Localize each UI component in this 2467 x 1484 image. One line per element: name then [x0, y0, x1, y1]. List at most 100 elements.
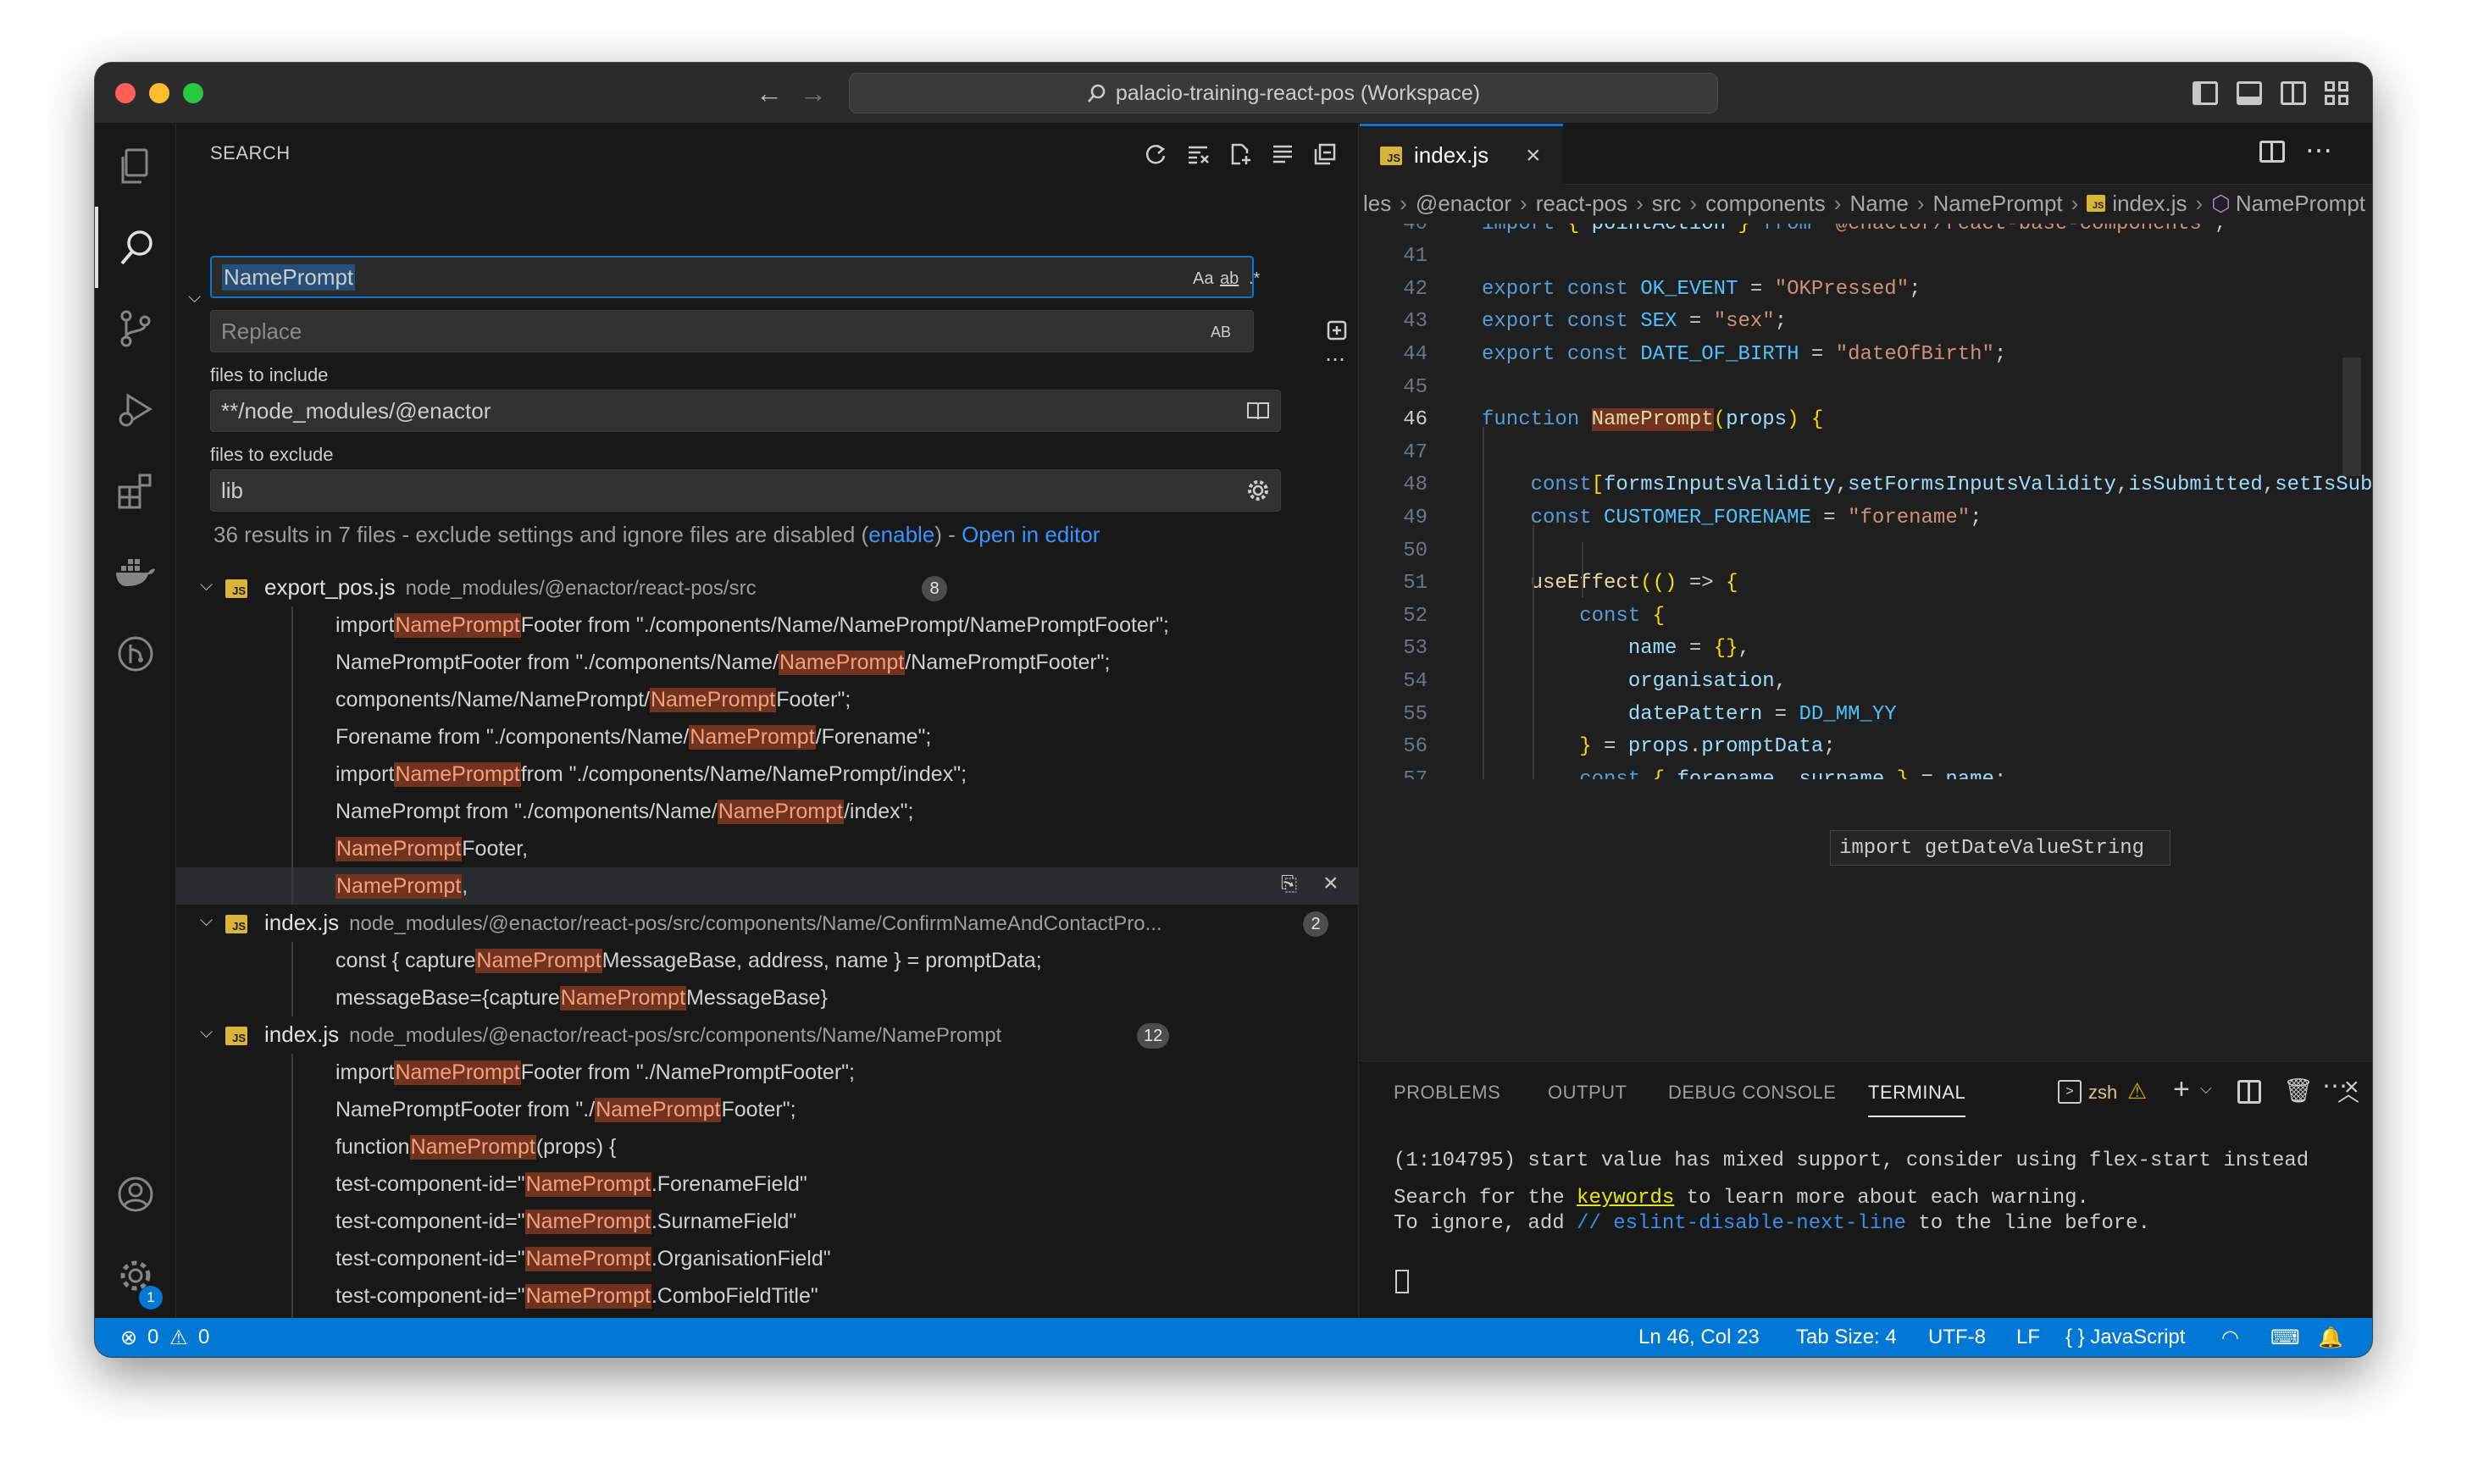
open-in-editor-link[interactable]: Open in editor — [962, 522, 1100, 547]
kill-terminal-icon[interactable]: 🗑 — [2283, 1077, 2314, 1105]
new-terminal-icon[interactable]: + — [2173, 1073, 2190, 1106]
breadcrumb-item[interactable]: @enactor — [1416, 191, 1511, 217]
replace-all-icon[interactable] — [1320, 313, 1354, 347]
open-editors-only-icon[interactable] — [1246, 401, 1270, 427]
split-editor-icon[interactable] — [2259, 141, 2285, 163]
files-to-exclude-input[interactable]: lib — [210, 469, 1281, 512]
source-control-icon[interactable] — [95, 288, 176, 369]
errors-count[interactable]: 0 — [147, 1326, 158, 1349]
use-exclude-settings-icon[interactable] — [1246, 479, 1270, 508]
refresh-icon[interactable] — [1139, 137, 1173, 171]
search-match-row[interactable]: Forename from "./components/Name/NamePro… — [176, 718, 1358, 756]
errors-icon[interactable]: ⊗ — [120, 1326, 137, 1350]
breadcrumb-item[interactable]: Name — [1849, 191, 1908, 217]
warnings-icon[interactable]: ⚠ — [169, 1326, 188, 1350]
run-debug-icon[interactable] — [95, 369, 176, 451]
hover-suggestion-widget[interactable]: import getDateValueString — [1830, 830, 2170, 866]
result-file-row[interactable]: ⌵ JS index.js node_modules/@enactor/react-p… — [176, 1016, 1358, 1054]
code-line[interactable]: 45 — [1360, 372, 2372, 402]
code-line[interactable]: 51 useEffect(() => { — [1360, 568, 2372, 599]
zoom-window-button[interactable] — [183, 83, 203, 103]
code-line[interactable]: 40 import { pointAction } from "@enactor/… — [1360, 224, 2372, 239]
result-file-row[interactable]: ⌵ JS index.js node_modules/@enactor/react-p… — [176, 905, 1358, 942]
cursor-position[interactable]: Ln 46, Col 23 — [1638, 1326, 1760, 1349]
code-line[interactable]: 53 name = {}, — [1360, 634, 2372, 664]
explorer-icon[interactable] — [95, 125, 176, 207]
match-whole-word-toggle[interactable]: ab — [1220, 257, 1239, 300]
code-line[interactable]: 49 const CUSTOMER_FORENAME = "forename"; — [1360, 502, 2372, 533]
search-match-row[interactable]: test-component-id=" NamePrompt .SurnameFie… — [176, 1203, 1358, 1240]
search-match-row[interactable]: NamePrompt from "./components/Name/NameP… — [176, 793, 1358, 830]
search-icon[interactable] — [95, 207, 176, 288]
tab-terminal[interactable]: TERMINAL — [1868, 1082, 1966, 1117]
enable-link[interactable]: enable — [868, 522, 934, 547]
search-match-row[interactable]: components/Name/NamePrompt/NamePrompt Foo… — [176, 681, 1358, 718]
view-as-tree-icon[interactable] — [1266, 137, 1300, 171]
editor-scrollbar-thumb[interactable] — [2342, 357, 2361, 476]
code-line[interactable]: 44 export const DATE_OF_BIRTH = "dateOfBi… — [1360, 339, 2372, 369]
breadcrumb-item[interactable]: NamePrompt — [2236, 191, 2365, 217]
code-line[interactable]: 57 const { forename, surname } = name; — [1360, 764, 2372, 779]
code-line[interactable]: 46 function NamePrompt(props) { — [1360, 405, 2372, 435]
back-arrow-icon[interactable]: ← — [756, 78, 783, 109]
more-actions-icon[interactable]: ⋯ — [2305, 134, 2332, 166]
search-match-row[interactable]: NamePromptFooter from "./components/Name… — [176, 644, 1358, 681]
toggle-secondary-sidebar-icon[interactable] — [2281, 81, 2306, 105]
close-panel-icon[interactable]: × — [2344, 1073, 2359, 1102]
collapse-all-icon[interactable] — [1308, 137, 1342, 171]
search-match-row[interactable]: const { capture NamePrompt MessageBase, ad… — [176, 942, 1358, 979]
code-line[interactable]: 55 datePattern = DD_MM_YY — [1360, 699, 2372, 729]
replace-input[interactable]: Replace AB — [210, 310, 1254, 352]
search-match-row[interactable]: function NamePrompt (props) { — [176, 1128, 1358, 1166]
tab-problems[interactable]: PROBLEMS — [1394, 1082, 1500, 1104]
breadcrumb-item[interactable]: les — [1363, 191, 1391, 217]
keywords-link[interactable]: keywords — [1577, 1187, 1674, 1210]
tab-output[interactable]: OUTPUT — [1548, 1082, 1627, 1104]
use-regex-toggle[interactable]: .* — [1249, 257, 1260, 300]
code-line[interactable]: 43 export const SEX = "sex"; — [1360, 307, 2372, 337]
toggle-replace-chevron-icon[interactable]: ⌵ — [188, 288, 201, 307]
code-line[interactable]: 52 const { — [1360, 601, 2372, 631]
sync-icon[interactable]: ◠ — [2221, 1326, 2239, 1350]
search-match-row[interactable]: NamePromptFooter from "./NamePrompt Foote… — [176, 1091, 1358, 1128]
code-line[interactable]: 48 const[formsInputsValidity,setFormsInp… — [1360, 470, 2372, 501]
forward-arrow-icon[interactable]: → — [800, 78, 827, 109]
breadcrumb-item[interactable]: components — [1705, 191, 1826, 217]
tab-index-js[interactable]: JS index.js × — [1360, 124, 1563, 185]
match-case-toggle[interactable]: Aa — [1193, 257, 1213, 300]
replace-match-icon[interactable]: ⎘ — [1281, 872, 1297, 896]
result-file-row[interactable]: ⌵ JS export_pos.js node_modules/@enactor/re… — [176, 569, 1358, 606]
search-match-row[interactable]: NamePrompt Footer, — [176, 830, 1358, 867]
code-line[interactable]: 54 organisation, — [1360, 666, 2372, 696]
encoding[interactable]: UTF-8 — [1928, 1326, 1986, 1349]
warnings-count[interactable]: 0 — [198, 1326, 209, 1349]
code-line[interactable]: 50 — [1360, 535, 2372, 566]
files-to-include-input[interactable]: **/node_modules/@enactor — [210, 390, 1281, 432]
clear-results-icon[interactable] — [1181, 137, 1215, 171]
search-match-row[interactable]: test-component-id=" NamePrompt .ComboField… — [176, 1277, 1358, 1315]
new-search-editor-icon[interactable] — [1223, 137, 1257, 171]
git-graph-icon[interactable] — [95, 613, 176, 695]
search-match-row[interactable]: test-component-id=" NamePrompt .Organisati… — [176, 1240, 1358, 1277]
customize-layout-icon[interactable] — [2325, 81, 2350, 105]
tab-debug-console[interactable]: DEBUG CONSOLE — [1668, 1082, 1836, 1104]
chevron-down-icon[interactable]: ⌵ — [200, 911, 217, 931]
extensions-icon[interactable] — [95, 451, 176, 532]
chevron-down-icon[interactable]: ⌵ — [200, 576, 217, 595]
toggle-search-details-icon[interactable]: ⋯ — [1325, 347, 1345, 372]
code-editor[interactable]: 40 import { pointAction } from "@enactor/… — [1360, 224, 2372, 779]
breadcrumb-item[interactable]: react-pos — [1536, 191, 1627, 217]
search-match-row[interactable]: test-component-id=" NamePrompt .ForenameFi… — [176, 1166, 1358, 1203]
notifications-bell-icon[interactable]: 🔔 — [2318, 1326, 2343, 1350]
command-center[interactable]: palacio-training-react-pos (Workspace) — [849, 73, 1718, 114]
terminal-cursor[interactable] — [1395, 1270, 1409, 1293]
end-of-line[interactable]: LF — [2016, 1326, 2040, 1349]
code-line[interactable]: 47 — [1360, 437, 2372, 468]
preserve-case-toggle[interactable]: AB — [1211, 311, 1231, 353]
settings-gear-icon[interactable]: 1 — [95, 1235, 176, 1316]
search-match-row[interactable]: import NamePrompt Footer from "./componen… — [176, 606, 1358, 644]
split-terminal-icon[interactable] — [2237, 1080, 2261, 1104]
accounts-icon[interactable] — [95, 1154, 176, 1235]
breadcrumb-item[interactable]: NamePrompt — [1932, 191, 2062, 217]
tab-size[interactable]: Tab Size: 4 — [1796, 1326, 1897, 1349]
